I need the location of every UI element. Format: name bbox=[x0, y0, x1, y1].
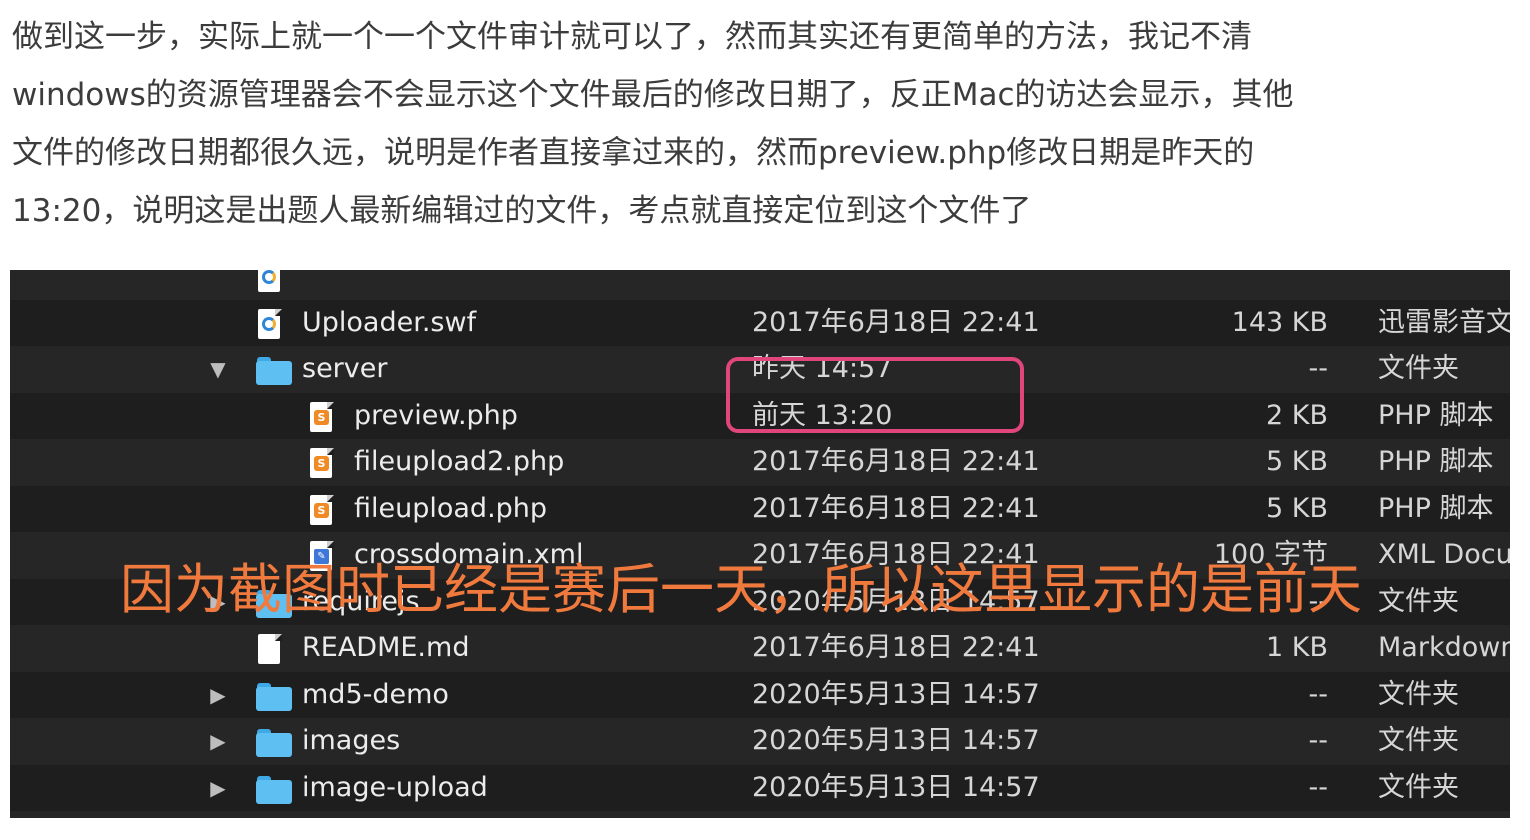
file-date-modified: 2020年5月13日 14:57 bbox=[752, 771, 1040, 803]
file-kind: 文件夹 bbox=[1378, 678, 1459, 710]
file-name: fileupload2.php bbox=[354, 446, 565, 477]
file-row[interactable]: expressInstall.swf 2017年6月18日 22:41 756 字节… bbox=[10, 811, 1510, 818]
file-row[interactable]: Sfileupload.php 2017年6月18日 22:41 5 KB PHP 脚… bbox=[10, 485, 1510, 532]
file-name: fileupload.php bbox=[354, 492, 548, 524]
folder-icon bbox=[256, 727, 292, 757]
file-kind: Markdown bbox=[1378, 632, 1510, 663]
file-name: md5-demo bbox=[302, 678, 449, 710]
php-file-icon: S bbox=[308, 401, 338, 432]
folder-icon bbox=[256, 355, 292, 385]
file-kind: 迅雷影音文 bbox=[1378, 306, 1510, 338]
finder-screenshot: Uploader.swf 2017年6月18日 22:41 143 KB 迅雷影音文 ▼… bbox=[10, 270, 1510, 818]
document-icon bbox=[256, 634, 286, 664]
file-size: -- bbox=[1308, 725, 1329, 756]
disclosure-collapsed-icon[interactable]: ▶ bbox=[206, 672, 230, 719]
file-kind: 文件夹 bbox=[1378, 725, 1459, 756]
file-row[interactable]: Sfileupload2.php 2017年6月18日 22:41 5 KB PHP … bbox=[10, 439, 1510, 486]
php-file-icon: S bbox=[308, 448, 338, 478]
file-name: README.md bbox=[302, 632, 470, 663]
file-size: 5 KB bbox=[1266, 446, 1328, 477]
file-row[interactable]: README.md 2017年6月18日 22:41 1 KB Markdown bbox=[10, 625, 1510, 672]
file-date-modified: 2017年6月18日 22:41 bbox=[752, 632, 1040, 663]
file-size: 1 KB bbox=[1266, 632, 1328, 663]
disclosure-collapsed-icon[interactable]: ▶ bbox=[206, 765, 230, 812]
file-date-modified: 2017年6月18日 22:41 bbox=[752, 492, 1040, 524]
file-date-modified: 2017年6月18日 22:41 bbox=[752, 306, 1040, 338]
file-row[interactable] bbox=[10, 270, 1510, 300]
file-size: 756 字节 bbox=[1214, 811, 1328, 818]
folder-icon bbox=[256, 681, 292, 711]
file-kind: 文件夹 bbox=[1378, 353, 1459, 384]
file-row[interactable]: ▶ images 2020年5月13日 14:57 -- 文件夹 bbox=[10, 718, 1510, 765]
article-line-3: 文件的修改日期都很久远，说明是作者直接拿过来的，然而preview.php修改日… bbox=[12, 135, 1255, 171]
disclosure-expanded-icon[interactable]: ▼ bbox=[206, 346, 230, 393]
file-kind: PHP 脚本 bbox=[1378, 399, 1494, 431]
file-date-modified: 2017年6月18日 22:41 bbox=[752, 446, 1040, 477]
file-kind: PHP 脚本 bbox=[1378, 446, 1494, 477]
file-kind: 迅雷影音文 bbox=[1378, 811, 1510, 818]
swf-file-icon bbox=[256, 308, 286, 339]
file-size: -- bbox=[1308, 353, 1329, 384]
highlight-box bbox=[726, 357, 1024, 433]
file-date-modified: 2020年5月13日 14:57 bbox=[752, 725, 1040, 756]
file-date-modified: 2020年5月13日 14:57 bbox=[752, 678, 1040, 710]
folder-icon bbox=[256, 774, 292, 804]
file-kind: PHP 脚本 bbox=[1378, 492, 1494, 524]
file-size: 2 KB bbox=[1266, 399, 1328, 431]
file-kind: XML Docu bbox=[1378, 539, 1510, 570]
file-name: images bbox=[302, 725, 401, 756]
php-file-icon: S bbox=[308, 494, 338, 525]
article-line-1: 做到这一步，实际上就一个一个文件审计就可以了，然而其实还有更简单的方法，我记不清 bbox=[12, 19, 1252, 55]
article-line-4: 13:20，说明这是出题人最新编辑过的文件，考点就直接定位到这个文件了 bbox=[12, 193, 1032, 229]
file-size: -- bbox=[1308, 678, 1329, 710]
file-name: Uploader.swf bbox=[302, 306, 477, 338]
swf-file-icon bbox=[256, 270, 286, 292]
file-size: 5 KB bbox=[1266, 492, 1328, 524]
file-name: expressInstall.swf bbox=[302, 811, 542, 818]
disclosure-collapsed-icon[interactable]: ▶ bbox=[206, 718, 230, 765]
file-row[interactable]: Uploader.swf 2017年6月18日 22:41 143 KB 迅雷影音文 bbox=[10, 299, 1510, 346]
article-line-2: windows的资源管理器会不会显示这个文件最后的修改日期了，反正Mac的访达会… bbox=[12, 77, 1294, 113]
file-kind: 文件夹 bbox=[1378, 771, 1459, 803]
article-text: 做到这一步，实际上就一个一个文件审计就可以了，然而其实还有更简单的方法，我记不清… bbox=[12, 8, 1512, 240]
file-list: Uploader.swf 2017年6月18日 22:41 143 KB 迅雷影音文 ▼… bbox=[10, 270, 1510, 818]
file-size: -- bbox=[1308, 771, 1329, 803]
file-name: image-upload bbox=[302, 771, 488, 803]
file-size: 143 KB bbox=[1231, 306, 1328, 338]
file-row[interactable]: ▶ md5-demo 2020年5月13日 14:57 -- 文件夹 bbox=[10, 671, 1510, 719]
file-row[interactable]: ▶ image-upload 2020年5月13日 14:57 -- 文件夹 bbox=[10, 764, 1510, 812]
file-date-modified: 2017年6月18日 22:41 bbox=[752, 811, 1040, 818]
file-name: server bbox=[302, 353, 388, 384]
file-name: preview.php bbox=[354, 399, 518, 431]
overlay-annotation: 因为截图时已经是赛后一天，所以这里显示的是前天 bbox=[120, 558, 1362, 621]
file-kind: 文件夹 bbox=[1378, 585, 1459, 617]
